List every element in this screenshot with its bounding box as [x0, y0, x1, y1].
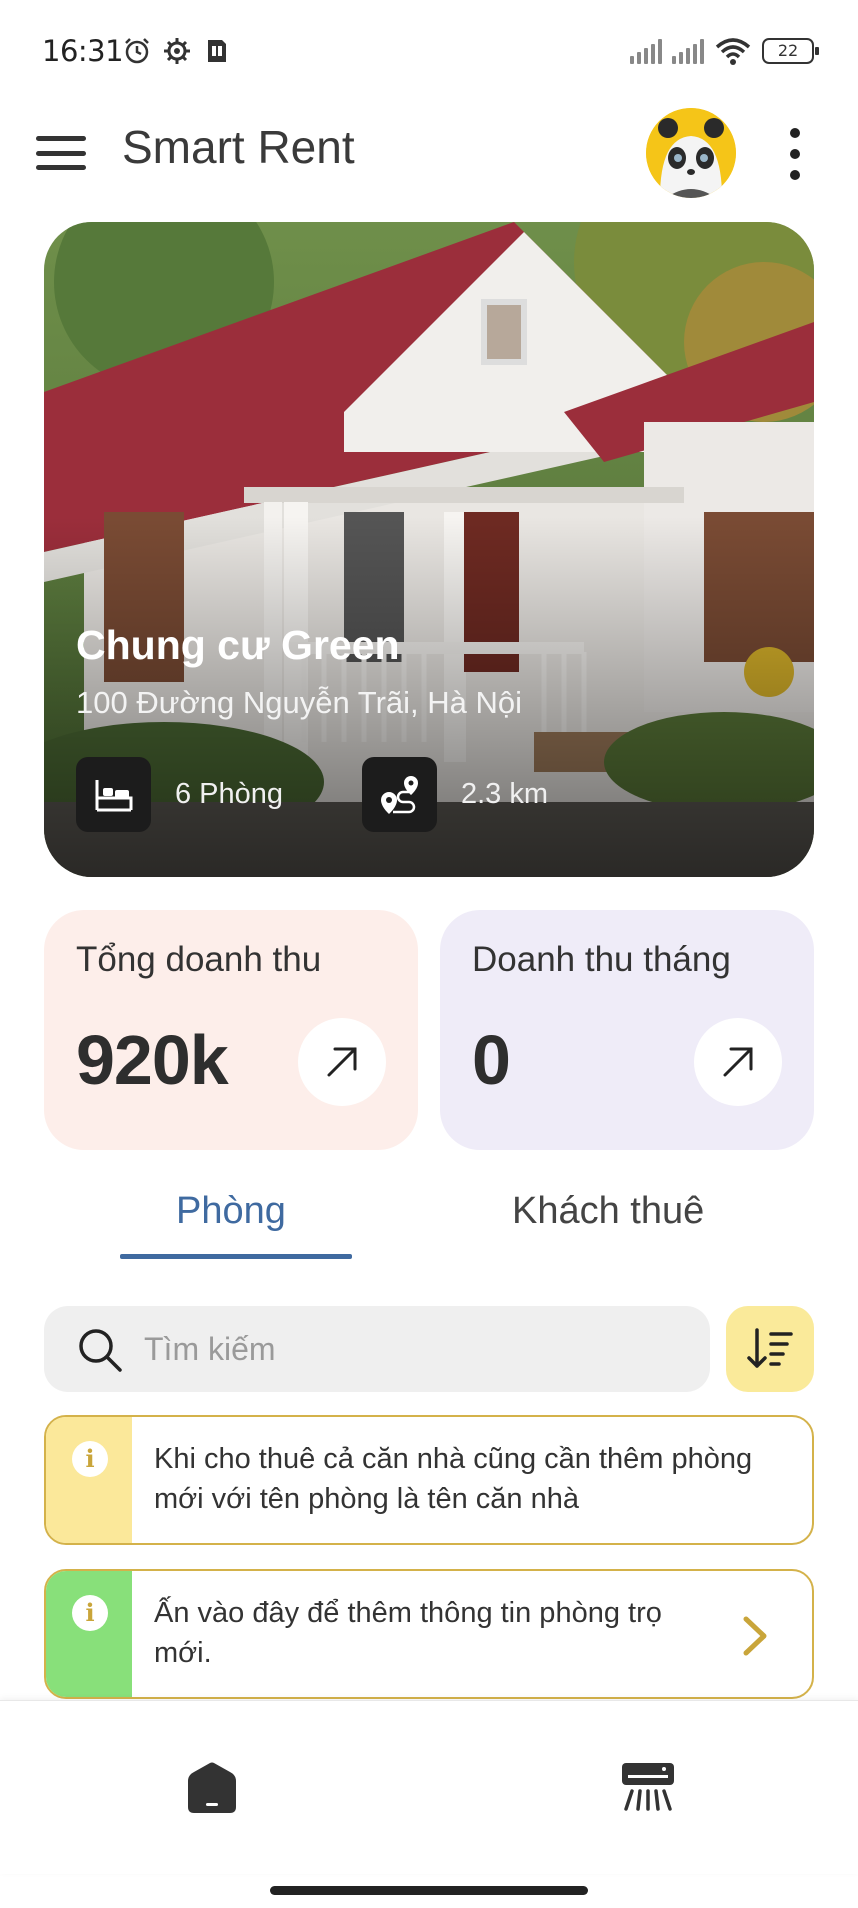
property-card[interactable]: Chung cư Green 100 Đường Nguyễn Trãi, Hà…	[44, 222, 814, 877]
monthly-revenue-arrow-button[interactable]	[694, 1018, 782, 1106]
info-notice: i Khi cho thuê cả căn nhà cũng cần thêm …	[44, 1415, 814, 1545]
notice-strip: i	[46, 1571, 132, 1697]
notice-strip: i	[46, 1417, 132, 1543]
info-icon: i	[72, 1441, 108, 1477]
alarm-icon	[125, 38, 149, 64]
total-revenue-label: Tổng doanh thu	[76, 940, 322, 979]
air-conditioner-icon[interactable]	[618, 1759, 678, 1815]
total-revenue-value: 920k	[76, 1021, 229, 1099]
battery-icon: 22	[762, 38, 819, 64]
bed-icon	[76, 757, 151, 832]
notice-text: Ấn vào đây để thêm thông tin phòng trọ m…	[154, 1597, 662, 1669]
distance-info: 2.3 km	[362, 757, 548, 832]
monthly-revenue-value: 0	[472, 1021, 511, 1099]
active-tab-indicator	[120, 1254, 352, 1259]
rooms-info: 6 Phòng	[76, 757, 283, 832]
app-bar: Smart Rent	[0, 100, 858, 210]
distance-value: 2.3 km	[461, 778, 549, 810]
signal-icon	[672, 38, 704, 64]
app-title: Smart Rent	[122, 121, 355, 173]
search-bar[interactable]	[44, 1306, 710, 1392]
status-left-icons	[122, 36, 232, 66]
add-room-notice[interactable]: i Ấn vào đây để thêm thông tin phòng trọ…	[44, 1569, 814, 1699]
status-bar: 16:31 22	[0, 0, 858, 100]
chevron-right-icon	[743, 1616, 767, 1656]
tab-rooms[interactable]: Phòng	[176, 1190, 286, 1233]
sort-button[interactable]	[726, 1306, 814, 1392]
home-icon[interactable]	[182, 1759, 242, 1815]
rooms-count: 6 Phòng	[175, 778, 284, 810]
gear-icon	[164, 38, 190, 64]
signal-icon	[630, 38, 662, 64]
total-revenue-arrow-button[interactable]	[298, 1018, 386, 1106]
avatar[interactable]	[646, 108, 736, 198]
bottom-navigation	[0, 1700, 858, 1874]
monthly-revenue-label: Doanh thu tháng	[472, 940, 731, 979]
more-options-button[interactable]	[780, 128, 810, 180]
panda-avatar-icon	[646, 108, 736, 198]
total-revenue-card[interactable]: Tổng doanh thu 920k	[44, 910, 418, 1150]
search-icon	[79, 1329, 122, 1372]
search-input[interactable]	[144, 1306, 684, 1392]
status-right-icons: 22	[630, 36, 819, 66]
status-time: 16:31	[42, 34, 124, 68]
more-icon	[790, 128, 800, 138]
menu-button[interactable]	[34, 130, 88, 176]
monthly-revenue-card[interactable]: Doanh thu tháng 0	[440, 910, 814, 1150]
wifi-icon	[715, 38, 751, 65]
arrow-up-right-icon	[327, 1047, 357, 1077]
property-address: 100 Đường Nguyễn Trãi, Hà Nội	[76, 685, 523, 720]
notice-text: Khi cho thuê cả căn nhà cũng cần thêm ph…	[154, 1443, 753, 1515]
route-pin-icon	[362, 757, 437, 832]
property-title: Chung cư Green	[76, 622, 400, 668]
sim-icon	[208, 40, 226, 62]
tab-tenants[interactable]: Khách thuê	[512, 1190, 704, 1233]
sort-icon	[747, 1328, 793, 1368]
arrow-up-right-icon	[723, 1047, 753, 1077]
menu-icon	[36, 136, 86, 141]
info-icon: i	[72, 1595, 108, 1631]
home-indicator	[270, 1886, 588, 1895]
